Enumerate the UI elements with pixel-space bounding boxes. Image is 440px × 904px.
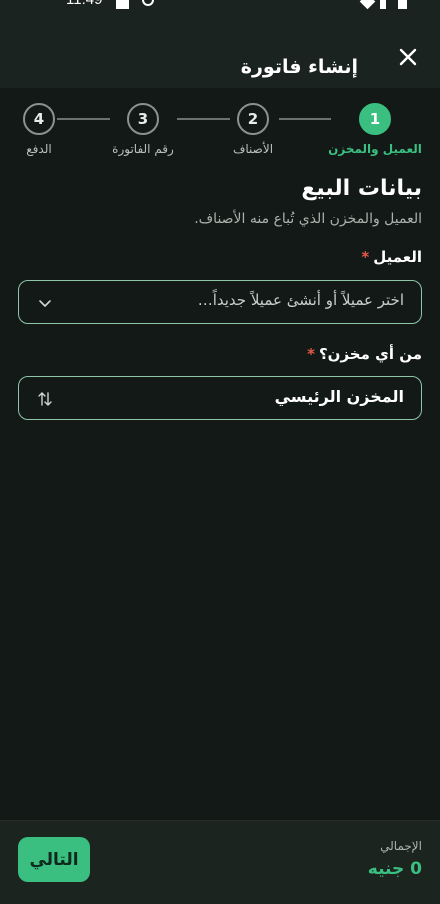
- required-mark: *: [307, 345, 315, 363]
- wifi-icon: [359, 0, 376, 10]
- step-4-label: الدفع: [26, 142, 52, 156]
- customer-label-text: العميل: [373, 248, 422, 266]
- customer-placeholder: اختر عميلاً أو أنشئ عميلاً جديداً…: [197, 291, 404, 309]
- step-2-label: الأصناف: [232, 142, 274, 156]
- required-mark: *: [361, 248, 370, 266]
- next-button[interactable]: التالي: [18, 837, 90, 882]
- close-button[interactable]: [396, 45, 420, 69]
- warehouse-label-text: من أي مخزن؟: [318, 345, 422, 363]
- page-title: إنشاء فاتورة: [240, 56, 358, 78]
- step-1-circle[interactable]: 1: [359, 103, 391, 135]
- step-3-circle[interactable]: 3: [127, 103, 159, 135]
- status-bar: 11:49: [0, 0, 440, 12]
- customer-select[interactable]: اختر عميلاً أو أنشئ عميلاً جديداً…: [18, 280, 422, 324]
- sort-arrows-icon: [38, 392, 52, 406]
- notification-icon: [116, 0, 129, 9]
- section-subtitle: العميل والمخزن الذي تُباع منه الأصناف.: [194, 211, 422, 227]
- sync-icon: [142, 0, 154, 6]
- customer-field-label: العميل*: [361, 248, 422, 266]
- total-label: الإجمالي: [380, 839, 422, 853]
- warehouse-select[interactable]: المخزن الرئيسي: [18, 376, 422, 420]
- status-time: 11:49: [66, 0, 102, 8]
- step-number: 1: [369, 110, 381, 128]
- step-connector: [57, 118, 110, 120]
- battery-icon: [398, 0, 407, 9]
- step-2-circle[interactable]: 2: [237, 103, 269, 135]
- step-number: 4: [33, 110, 45, 128]
- stepper: 1 2 3 4 العميل والمخزن الأصناف رقم الفات…: [0, 100, 440, 170]
- close-icon: [399, 48, 417, 66]
- step-4-circle[interactable]: 4: [23, 103, 55, 135]
- step-1-label: العميل والمخزن: [328, 142, 422, 156]
- signal-icon: [380, 0, 386, 9]
- step-3-label: رقم الفاتورة: [112, 142, 174, 156]
- step-connector: [279, 118, 331, 120]
- warehouse-field-label: من أي مخزن؟*: [307, 345, 422, 363]
- app-header: إنشاء فاتورة: [0, 12, 440, 88]
- warehouse-value: المخزن الرئيسي: [274, 387, 404, 406]
- section-title: بيانات البيع: [301, 176, 422, 201]
- step-number: 2: [247, 110, 259, 128]
- bottom-bar: التالي الإجمالي 0 جنيه: [0, 820, 440, 904]
- step-number: 3: [137, 110, 149, 128]
- total-value: 0 جنيه: [367, 859, 422, 879]
- step-connector: [177, 118, 230, 120]
- chevron-down-icon: [39, 300, 51, 307]
